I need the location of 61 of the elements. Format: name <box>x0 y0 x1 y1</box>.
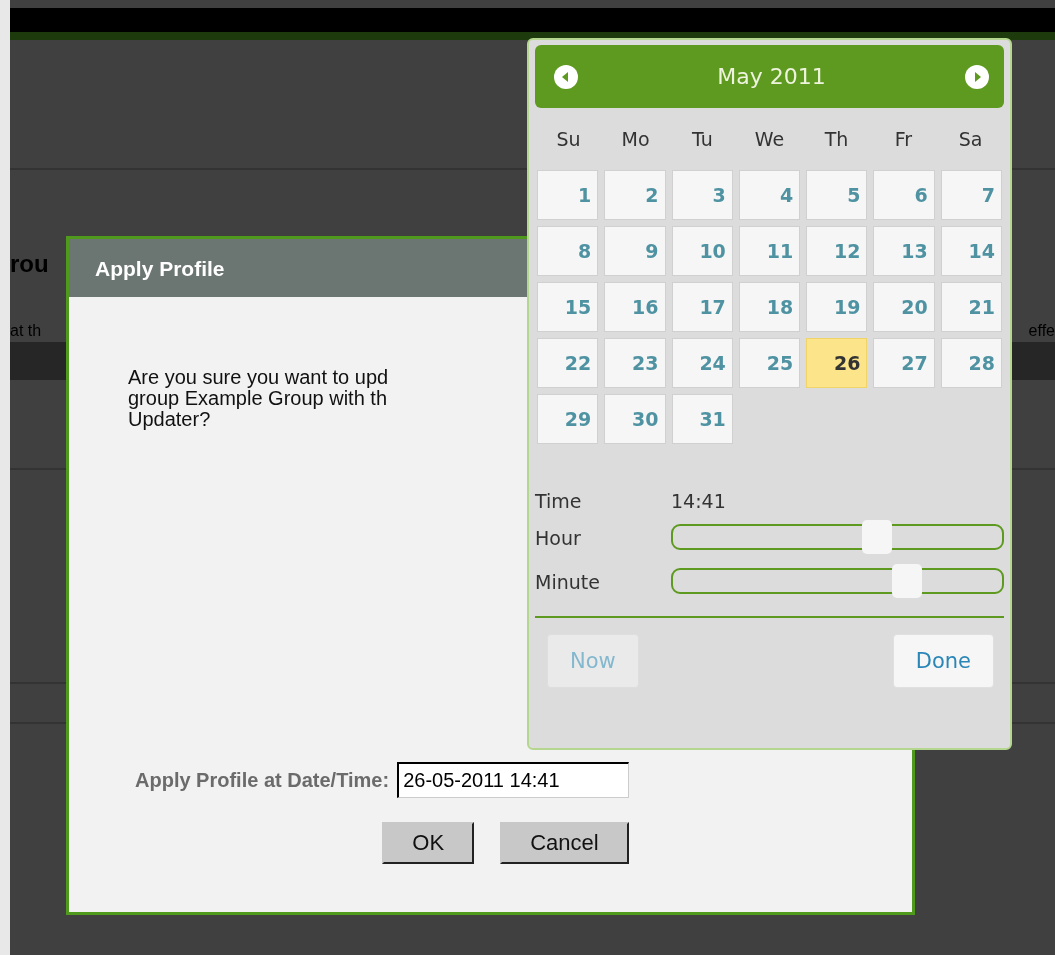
message-text: Updater? <box>128 409 211 430</box>
day-cell[interactable]: 2 <box>604 170 666 220</box>
day-cell[interactable]: 23 <box>604 338 666 388</box>
slider-thumb[interactable] <box>861 520 892 554</box>
day-cell[interactable]: 18 <box>738 282 801 332</box>
day-cell[interactable]: 4 <box>738 170 801 220</box>
weekday-label: Sa <box>957 128 984 150</box>
day-cell[interactable]: 24 <box>671 338 733 388</box>
message-text: Are you sure you want to upd <box>128 367 389 388</box>
date-time-field[interactable]: 26-05-2011 14:41 <box>397 762 630 798</box>
day-cell[interactable]: 16 <box>604 282 666 332</box>
weekday-label: Fr <box>893 128 914 150</box>
day-cell[interactable]: 17 <box>671 282 733 332</box>
day-cell[interactable]: 28 <box>940 338 1002 388</box>
day-cell[interactable]: 25 <box>738 338 801 388</box>
weekday-label: Su <box>555 128 582 150</box>
time-value: 14:41 <box>671 490 726 512</box>
field-label: Apply Profile at Date/Time: <box>135 768 390 792</box>
day-cell[interactable]: 26 <box>806 338 868 388</box>
day-cell[interactable]: 9 <box>604 226 666 276</box>
day-cell[interactable]: 30 <box>604 394 666 444</box>
description-text: effe <box>1028 322 1055 340</box>
previous-icon[interactable] <box>553 63 579 90</box>
day-cell[interactable]: 13 <box>873 226 935 276</box>
day-cell[interactable]: 7 <box>940 170 1002 220</box>
message-text: group Example Group with th <box>128 388 388 409</box>
slider-thumb[interactable] <box>892 564 923 598</box>
day-cell[interactable]: 27 <box>873 338 935 388</box>
dialog-title: Apply Profile <box>95 257 225 280</box>
weekday-label: Tu <box>691 128 714 150</box>
day-cell[interactable]: 12 <box>806 226 868 276</box>
dialog-button[interactable]: Cancel <box>500 822 629 864</box>
slider-label: Hour <box>535 527 582 549</box>
day-cell[interactable]: 10 <box>671 226 733 276</box>
picker-button[interactable]: Done <box>892 634 994 688</box>
day-cell[interactable]: 3 <box>671 170 733 220</box>
day-cell[interactable]: 19 <box>806 282 868 332</box>
time-label: Time <box>535 490 583 512</box>
month-title: May 2011 <box>717 64 826 89</box>
day-cell[interactable]: 22 <box>537 338 599 388</box>
dialog-button[interactable]: OK <box>382 822 475 864</box>
day-cell[interactable]: 14 <box>940 226 1002 276</box>
day-cell[interactable]: 1 <box>537 170 599 220</box>
description-text: at th <box>10 322 42 340</box>
day-cell[interactable]: 29 <box>537 394 599 444</box>
time-slider[interactable] <box>671 564 1004 600</box>
weekday-label: Mo <box>620 128 651 150</box>
day-cell[interactable]: 11 <box>738 226 801 276</box>
slider-label: Minute <box>535 571 601 593</box>
day-cell[interactable]: 6 <box>873 170 935 220</box>
next-icon[interactable] <box>964 63 990 90</box>
day-cell[interactable]: 5 <box>806 170 868 220</box>
weekday-label: We <box>753 128 786 150</box>
section-heading: rou <box>10 250 49 278</box>
day-cell[interactable]: 31 <box>671 394 733 444</box>
day-cell[interactable]: 20 <box>873 282 935 332</box>
day-cell[interactable]: 21 <box>940 282 1002 332</box>
weekday-label: Th <box>823 128 850 150</box>
day-cell[interactable]: 15 <box>537 282 599 332</box>
day-cell[interactable]: 8 <box>537 226 599 276</box>
time-slider[interactable] <box>671 520 1004 556</box>
